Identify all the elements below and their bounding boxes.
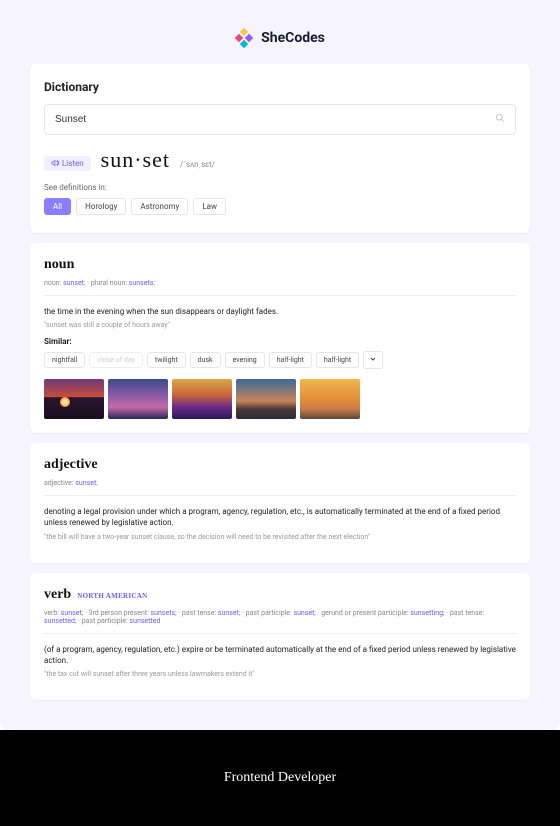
noun-card: noun noun: sunset; · plural noun: sunset… [30, 243, 530, 433]
pos-verb: verbNORTH AMERICAN [44, 587, 516, 603]
search-icon[interactable] [495, 113, 505, 126]
similar-chip[interactable]: twilight [147, 352, 186, 368]
definitions-in-label: See definitions in: [44, 183, 516, 192]
sunset-image[interactable] [108, 379, 168, 419]
tab-all[interactable]: All [44, 198, 71, 215]
adjective-definition: denoting a legal provision under which a… [44, 506, 516, 528]
pos-adjective: adjective [44, 457, 516, 473]
footer-title: Frontend Developer [0, 730, 560, 826]
sunset-image[interactable] [300, 379, 360, 419]
brand-logo: SheCodes [30, 20, 530, 64]
similar-more[interactable] [363, 351, 383, 369]
noun-example: "sunset was still a couple of hours away… [44, 321, 516, 329]
sound-icon [51, 159, 59, 167]
brand-name: SheCodes [261, 30, 325, 46]
similar-label: Similar: [44, 337, 516, 346]
category-tabs: All Horology Astronomy Law [44, 198, 516, 215]
tab-astronomy[interactable]: Astronomy [131, 198, 188, 215]
listen-button[interactable]: Listen [44, 156, 91, 171]
logo-icon [235, 28, 255, 48]
noun-forms: noun: sunset; · plural noun: sunsets; [44, 279, 516, 287]
similar-chip[interactable]: nightfall [44, 352, 85, 368]
similar-chip[interactable]: close of day [89, 352, 143, 368]
adjective-card: adjective adjective: sunset; denoting a … [30, 443, 530, 562]
pos-noun: noun [44, 257, 516, 273]
similar-chip[interactable]: evening [225, 352, 265, 368]
verb-forms: verb: sunset; · 3rd person present: suns… [44, 609, 516, 625]
noun-definition: the time in the evening when the sun dis… [44, 306, 516, 317]
sunset-image[interactable] [172, 379, 232, 419]
verb-example: "the tax cut will sunset after three yea… [44, 670, 516, 678]
listen-label: Listen [62, 159, 84, 168]
similar-chip[interactable]: dusk [190, 352, 221, 368]
similar-chip[interactable]: half-light [269, 352, 312, 368]
phonetic: /ˈsʌnˌsɛt/ [180, 160, 215, 169]
sunset-image[interactable] [44, 379, 104, 419]
adjective-example: "the bill will have a two-year sunset cl… [44, 533, 516, 541]
region-tag: NORTH AMERICAN [77, 592, 147, 600]
similar-row: nightfall close of day twilight dusk eve… [44, 351, 516, 369]
tab-law[interactable]: Law [193, 198, 226, 215]
image-row [44, 379, 516, 419]
tab-horology[interactable]: Horology [76, 198, 126, 215]
word-heading: sun·set [101, 147, 170, 173]
similar-chip[interactable]: half-light [316, 352, 359, 368]
sunset-image[interactable] [236, 379, 296, 419]
dictionary-header-card: Dictionary Listen sun·set /ˈsʌnˌsɛt/ See… [30, 64, 530, 233]
page-title: Dictionary [44, 80, 516, 94]
search-input[interactable] [55, 114, 495, 125]
verb-card: verbNORTH AMERICAN verb: sunset; · 3rd p… [30, 573, 530, 700]
adjective-forms: adjective: sunset; [44, 479, 516, 487]
chevron-down-icon [369, 355, 377, 363]
verb-definition: (of a program, agency, regulation, etc.)… [44, 644, 516, 666]
search-input-wrap[interactable] [44, 104, 516, 135]
